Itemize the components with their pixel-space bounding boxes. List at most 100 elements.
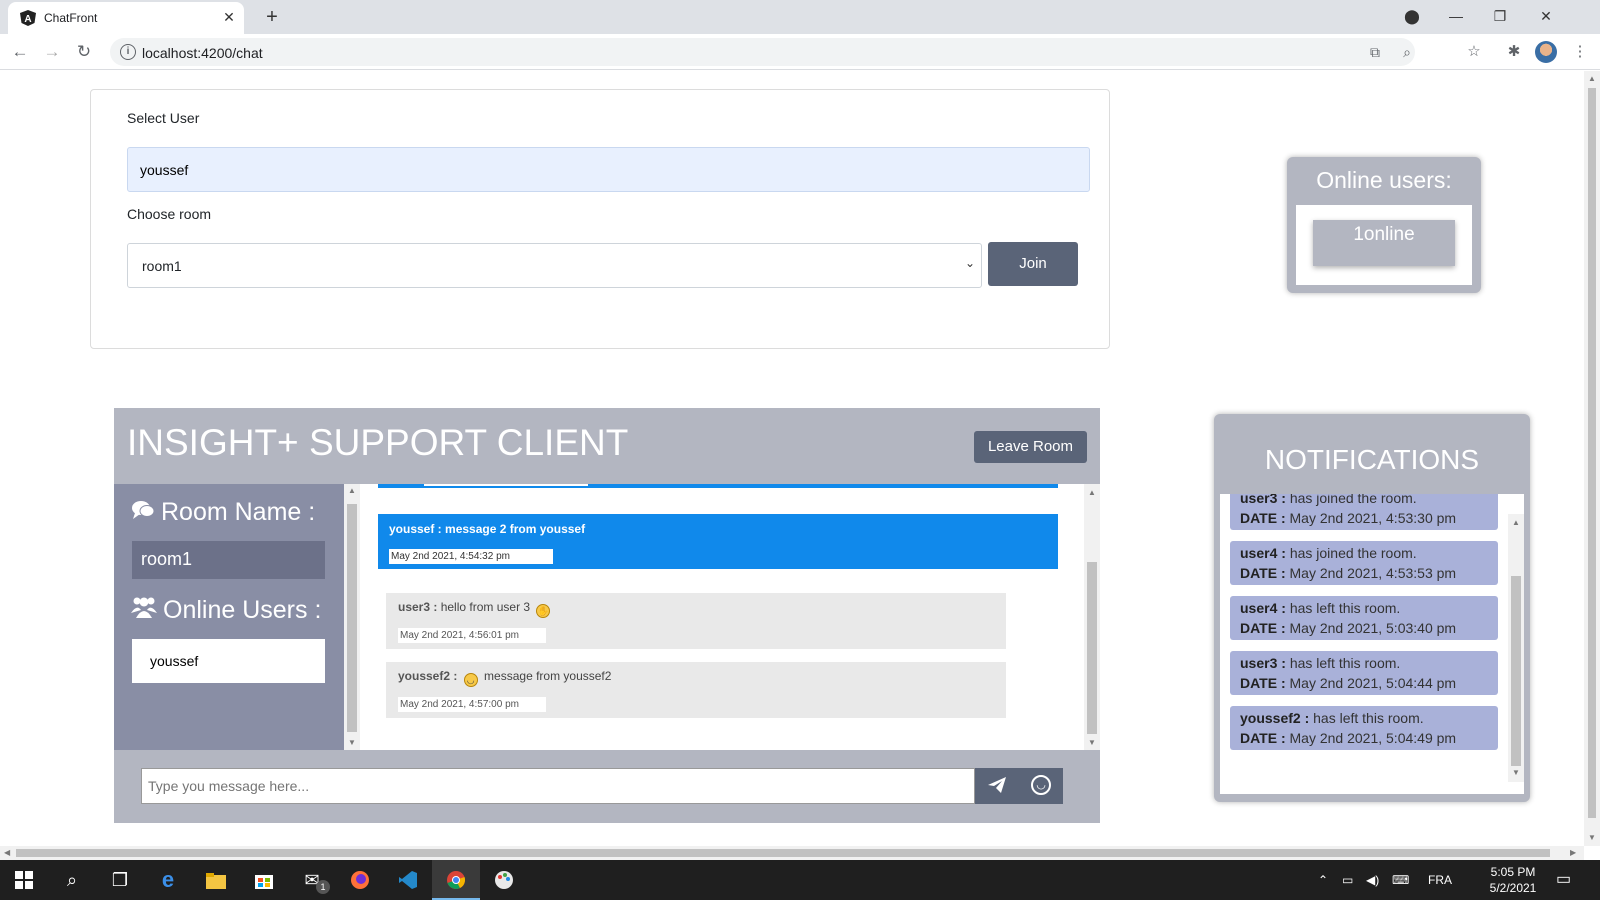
paper-plane-icon [988,777,1006,793]
task-view-icon[interactable]: ❐ [96,860,144,900]
notification-action: has joined the room. [1289,494,1417,506]
extensions-icon[interactable]: ✱ [1502,40,1526,64]
online-count: 1online [1313,220,1455,266]
scroll-up-icon[interactable]: ▲ [348,486,356,495]
join-button[interactable]: Join [988,242,1078,286]
search-icon[interactable]: ⌕ [48,860,96,900]
notification-date: May 2nd 2021, 5:04:44 pm [1289,675,1457,691]
emoji-button[interactable]: ◡ [1019,768,1063,804]
user-input[interactable]: youssef [127,147,1090,192]
page-horizontal-scrollbar[interactable]: ◀ ▶ [0,846,1584,860]
scrollbar-thumb[interactable] [16,849,1550,857]
address-bar[interactable]: i localhost:4200/chat ⧉ ⌕ [110,38,1415,66]
restore-icon[interactable]: ❐ [1484,4,1516,28]
scroll-up-icon[interactable]: ▲ [1588,74,1596,83]
mail-icon[interactable]: ✉ 1 [288,860,336,900]
messages-scrollbar-left[interactable]: ▲ ▼ [344,484,360,750]
browser-tab[interactable]: A ChatFront ✕ [8,2,244,34]
scroll-up-icon[interactable]: ▲ [1512,518,1520,527]
vscode-icon[interactable] [384,860,432,900]
chrome-icon[interactable] [432,860,480,900]
scroll-down-icon[interactable]: ▼ [348,738,356,747]
network-icon[interactable]: ▭ [1342,860,1353,900]
online-users-heading: Online Users : [131,596,321,625]
chat-sidebar: Room Name : room1 Online Users : youssef [114,484,344,750]
notification-date: May 2nd 2021, 4:53:30 pm [1289,510,1457,526]
browser-toolbar: ← → ↻ i localhost:4200/chat ⧉ ⌕ ☆ ✱ ⋮ [0,34,1600,70]
menu-kebab-icon[interactable]: ⋮ [1568,40,1592,64]
profile-dropdown-icon[interactable]: ⬤ [1396,4,1428,28]
site-info-icon[interactable]: i [120,44,136,60]
message-other: user3 : hello from user 3 ✋ May 2nd 2021… [386,593,1006,649]
close-window-icon[interactable]: ✕ [1530,4,1562,28]
forward-icon[interactable]: → [40,40,64,64]
notification-date: May 2nd 2021, 4:53:53 pm [1289,565,1457,581]
waving-hand-emoji-icon: ✋ [536,604,551,618]
scroll-left-icon[interactable]: ◀ [4,848,10,857]
angular-icon: A [20,10,36,26]
minimize-icon[interactable]: — [1440,4,1472,28]
notification-action: has left this room. [1289,600,1401,616]
join-form-card: Select User youssef Choose room room1 ⌄ … [90,89,1110,349]
tab-close-icon[interactable]: ✕ [220,8,238,26]
notification-item: user4 : has left this room. DATE : May 2… [1230,596,1498,640]
clock[interactable]: 5:05 PM 5/2/2021 [1478,864,1548,896]
scroll-down-icon[interactable]: ▼ [1588,833,1596,842]
message-input[interactable]: Type you message here... [141,768,975,804]
scrollbar-thumb[interactable] [1511,576,1521,766]
leave-room-button[interactable]: Leave Room [974,431,1087,463]
notification-user: user3 : [1240,494,1286,506]
clock-time: 5:05 PM [1490,865,1536,879]
chevron-down-icon: ⌄ [964,256,975,270]
notifications-center-icon[interactable]: ▭ [1556,860,1571,900]
chat-title: INSIGHT+ SUPPORT CLIENT [127,422,629,463]
notification-date-label: DATE : [1240,730,1286,746]
keyboard-icon[interactable]: ⌨ [1392,860,1409,900]
firefox-icon[interactable] [336,860,384,900]
scroll-down-icon[interactable]: ▼ [1512,768,1520,777]
message-date: May 2nd 2021, 4:57:00 pm [398,697,546,712]
chat-header: INSIGHT+ SUPPORT CLIENT Leave Room [114,408,1100,484]
notifications-scrollbar[interactable]: ▲ ▼ [1508,514,1524,782]
bookmark-star-icon[interactable]: ☆ [1462,40,1486,64]
url-text[interactable]: localhost:4200/chat [142,45,263,61]
scroll-right-icon[interactable]: ▶ [1570,848,1576,857]
notification-date-label: DATE : [1240,675,1286,691]
tray-chevron-icon[interactable]: ⌃ [1318,860,1328,900]
scroll-up-icon[interactable]: ▲ [1088,488,1096,497]
edge-icon[interactable]: e [144,860,192,900]
scrollbar-thumb[interactable] [1087,562,1097,734]
scroll-down-icon[interactable]: ▼ [1088,738,1096,747]
scrollbar-thumb[interactable] [1588,88,1596,818]
paint-icon[interactable] [480,860,528,900]
notification-user: user4 : [1240,600,1286,616]
notification-item: youssef2 : has left this room. DATE : Ma… [1230,706,1498,750]
translate-icon[interactable]: ⧉ [1365,42,1385,62]
send-button[interactable] [975,768,1019,804]
reload-icon[interactable]: ↻ [72,40,96,64]
online-users-title: Online users: [1316,167,1452,193]
notification-user: user4 : [1240,545,1286,561]
message-body: message from youssef2 [484,669,612,683]
chat-footer: Type you message here... ◡ [114,750,1100,823]
chat-client: INSIGHT+ SUPPORT CLIENT Leave Room Room … [114,408,1100,823]
room-select[interactable]: room1 ⌄ [127,243,982,288]
volume-icon[interactable]: ◀) [1366,860,1379,900]
notifications-list-container: user3 : has joined the room. DATE : May … [1220,494,1524,794]
profile-avatar[interactable] [1535,41,1557,63]
messages-scrollbar-right[interactable]: ▲ ▼ [1084,484,1100,750]
windows-start-icon[interactable] [0,860,48,900]
file-explorer-icon[interactable] [192,860,240,900]
previous-message-date-edge [424,484,588,486]
new-tab-icon[interactable]: + [260,5,284,29]
back-icon[interactable]: ← [8,40,32,64]
notification-user: user3 : [1240,655,1286,671]
choose-room-label: Choose room [127,206,212,222]
page-vertical-scrollbar[interactable]: ▲ ▼ [1584,71,1600,846]
store-icon[interactable] [240,860,288,900]
room-select-value: room1 [142,258,182,274]
language-indicator[interactable]: FRA [1428,860,1452,900]
scrollbar-thumb[interactable] [347,504,357,732]
zoom-icon[interactable]: ⌕ [1397,42,1417,62]
notification-date: May 2nd 2021, 5:04:49 pm [1289,730,1457,746]
